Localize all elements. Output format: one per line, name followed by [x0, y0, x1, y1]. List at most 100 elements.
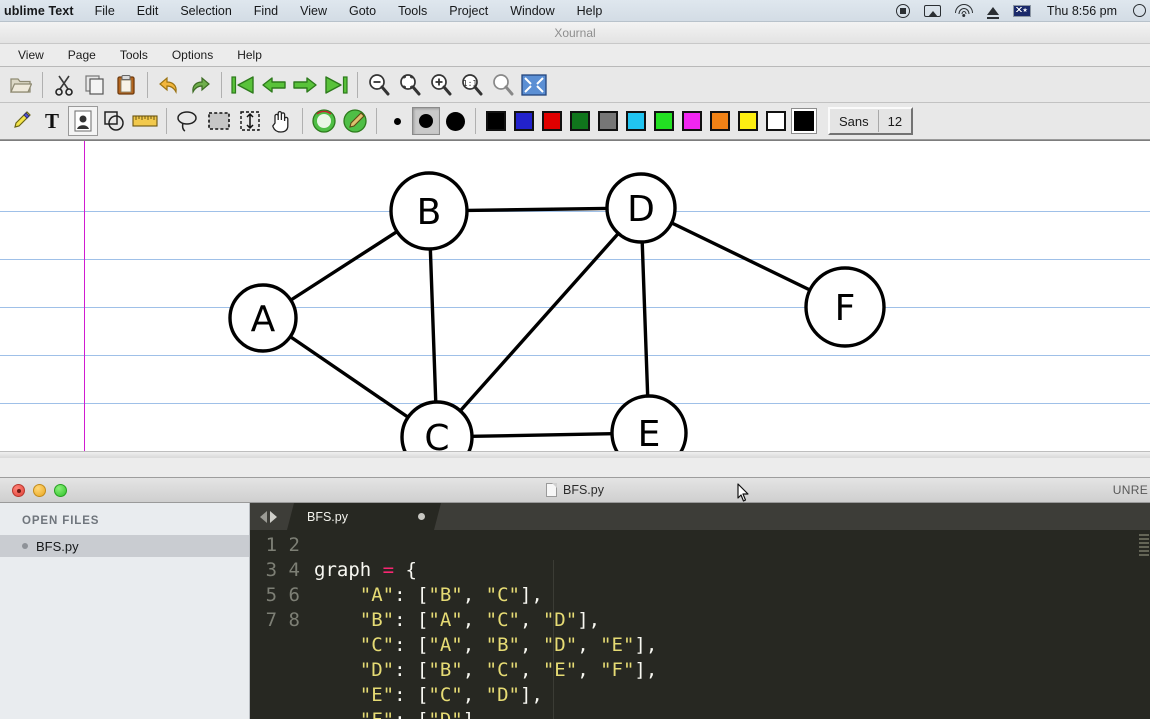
macos-menu-bar: ublime Text File Edit Selection Find Vie… — [0, 0, 1150, 22]
zoom-fit-icon[interactable] — [395, 70, 425, 100]
xournal-menu-help[interactable]: Help — [225, 48, 274, 62]
xournal-menu-bar: View Page Tools Options Help — [0, 44, 1150, 67]
menu-tools[interactable]: Tools — [387, 4, 438, 18]
graph-node-label-A: A — [251, 299, 276, 340]
undo-icon[interactable] — [154, 70, 184, 100]
color-swatch-gray[interactable] — [594, 107, 621, 135]
xournal-menu-view[interactable]: View — [14, 48, 56, 62]
code-line: "E": ["C", "D"], — [359, 684, 543, 706]
xournal-toolbar-tools: T Sans 12 — [0, 103, 1150, 140]
flag-au-icon[interactable] — [1012, 4, 1031, 17]
record-icon[interactable] — [895, 3, 910, 18]
wifi-icon[interactable] — [954, 4, 973, 17]
graph-node-label-E: E — [638, 414, 661, 455]
tab-prev-arrow-icon[interactable] — [260, 510, 267, 523]
tab-dirty-dot-icon[interactable] — [418, 513, 425, 520]
graph-edge-CD — [458, 231, 621, 413]
copy-icon[interactable] — [80, 70, 110, 100]
eraser-icon[interactable] — [309, 106, 339, 136]
airplay-icon[interactable] — [923, 4, 941, 17]
menu-view[interactable]: View — [289, 4, 338, 18]
color-swatch-yellow[interactable] — [734, 107, 761, 135]
open-icon[interactable] — [6, 70, 36, 100]
xournal-page-canvas[interactable]: ABCDEF — [0, 140, 1150, 458]
color-swatch-cyan[interactable] — [622, 107, 649, 135]
menu-bar-clock[interactable]: Thu 8:56 pm — [1045, 4, 1119, 18]
code-editor[interactable]: 1 2 3 4 5 6 7 8 graph = { "A": ["B", "C"… — [250, 530, 1150, 719]
menu-selection[interactable]: Selection — [169, 4, 242, 18]
pen-size-medium[interactable] — [412, 107, 440, 135]
next-page-icon[interactable] — [290, 70, 320, 100]
menu-project[interactable]: Project — [438, 4, 499, 18]
tab-next-arrow-icon[interactable] — [270, 510, 277, 523]
tab-label: BFS.py — [307, 509, 348, 524]
tab-nav-arrows[interactable] — [250, 510, 287, 523]
zoom-find-icon[interactable] — [488, 70, 518, 100]
menu-help[interactable]: Help — [566, 4, 614, 18]
xournal-window: Xournal View Page Tools Options Help 1:1… — [0, 22, 1150, 477]
color-swatch-white[interactable] — [762, 107, 789, 135]
pen-icon[interactable] — [6, 106, 36, 136]
shape-icon[interactable] — [99, 106, 129, 136]
menu-find[interactable]: Find — [243, 4, 289, 18]
code-content[interactable]: graph = { "A": ["B", "C"], "B": ["A", "C… — [300, 530, 657, 719]
highlighter-icon[interactable] — [340, 106, 370, 136]
color-swatch-magenta[interactable] — [678, 107, 705, 135]
previous-page-icon[interactable] — [259, 70, 289, 100]
hand-icon[interactable] — [266, 106, 296, 136]
menu-goto[interactable]: Goto — [338, 4, 387, 18]
color-swatch-blue[interactable] — [510, 107, 537, 135]
lasso-icon[interactable] — [173, 106, 203, 136]
font-size[interactable]: 12 — [879, 114, 911, 129]
first-page-icon[interactable] — [228, 70, 258, 100]
pen-size-small[interactable] — [383, 107, 411, 135]
pen-size-large[interactable] — [441, 107, 469, 135]
color-swatch-lime[interactable] — [650, 107, 677, 135]
menu-app-name[interactable]: ublime Text — [0, 4, 84, 18]
image-icon[interactable] — [68, 106, 98, 136]
color-swatch-green[interactable] — [566, 107, 593, 135]
xournal-toolbar-primary: 1:1 — [0, 67, 1150, 103]
toolbar-separator — [166, 108, 167, 134]
select-rect-icon[interactable] — [204, 106, 234, 136]
last-page-icon[interactable] — [321, 70, 351, 100]
eject-icon[interactable] — [986, 6, 999, 19]
minimap[interactable] — [1138, 530, 1150, 719]
paste-icon[interactable] — [111, 70, 141, 100]
xournal-menu-options[interactable]: Options — [160, 48, 225, 62]
current-color-indicator[interactable] — [790, 107, 817, 135]
color-swatch-orange[interactable] — [706, 107, 733, 135]
toolbar-separator — [147, 71, 148, 98]
tab-bfs-py[interactable]: BFS.py — [287, 503, 441, 530]
code-line: "C": ["A", "B", "D", "E"], — [359, 634, 658, 656]
code-line: "A": ["B", "C"], — [359, 584, 543, 606]
text-icon[interactable]: T — [37, 106, 67, 136]
zoom-100-icon[interactable]: 1:1 — [457, 70, 487, 100]
xournal-menu-tools[interactable]: Tools — [108, 48, 160, 62]
redo-icon[interactable] — [185, 70, 215, 100]
ruler-icon[interactable] — [130, 106, 160, 136]
sidebar-item-bfs-py[interactable]: BFS.py — [0, 535, 249, 557]
color-swatch-red[interactable] — [538, 107, 565, 135]
xournal-menu-page[interactable]: Page — [56, 48, 108, 62]
color-swatch-black[interactable] — [482, 107, 509, 135]
fullscreen-icon[interactable] — [519, 70, 549, 100]
vertical-space-icon[interactable] — [235, 106, 265, 136]
sidebar-item-label: BFS.py — [36, 538, 79, 554]
sublime-title-bar[interactable]: BFS.py UNRE — [0, 477, 1150, 503]
spotlight-icon[interactable] — [1133, 4, 1146, 17]
menu-window[interactable]: Window — [499, 4, 565, 18]
menu-file[interactable]: File — [84, 4, 126, 18]
sublime-text-window: BFS.py UNRE OPEN FILES BFS.py BFS.py 1 2… — [0, 477, 1150, 719]
xournal-window-title: Xournal — [554, 25, 596, 40]
zoom-out-icon[interactable] — [364, 70, 394, 100]
cut-icon[interactable] — [49, 70, 79, 100]
menu-edit[interactable]: Edit — [126, 4, 170, 18]
zoom-in-icon[interactable] — [426, 70, 456, 100]
graph-edge-CE — [470, 431, 614, 439]
dirty-dot-icon — [22, 543, 28, 549]
line-number-gutter: 1 2 3 4 5 6 7 8 — [265, 534, 300, 631]
font-name[interactable]: Sans — [830, 114, 878, 129]
font-selector[interactable]: Sans 12 — [828, 107, 914, 135]
